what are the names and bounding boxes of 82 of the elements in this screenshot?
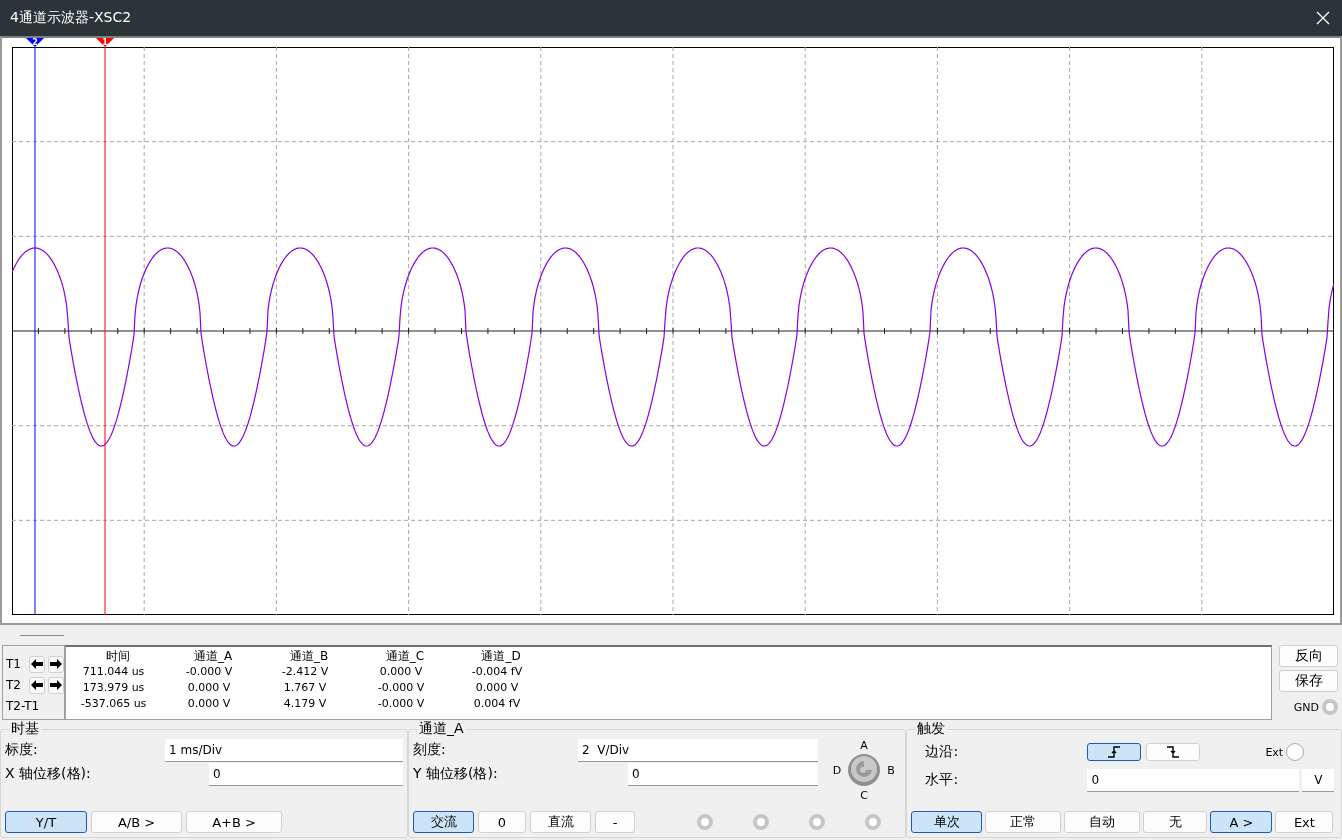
column-header: 通道_D — [480, 648, 522, 664]
table-cell-text: 1.767 V — [282, 680, 328, 696]
trigger-mode-button[interactable]: 单次 — [911, 811, 983, 833]
input-field[interactable]: 0 — [209, 762, 403, 786]
table-cell-text: 173.979 us — [81, 680, 146, 696]
field-label: 水平: — [924, 771, 960, 789]
field-label: 刻度: — [413, 741, 447, 759]
field-label: Y 轴位移(格): — [413, 765, 499, 783]
channel-selector-knob[interactable] — [847, 753, 881, 787]
cursor-right-button[interactable] — [48, 676, 64, 694]
channel-label: C — [860, 788, 868, 802]
cursor-label: T1 — [6, 657, 22, 671]
trigger-mode-button[interactable]: Ext — [1275, 811, 1334, 833]
table-cell-text: -0.000 V — [376, 696, 426, 712]
table-cell-text: -537.065 us — [79, 696, 148, 712]
rising-edge-icon — [1107, 745, 1122, 759]
channel-label: A — [860, 738, 868, 752]
trigger-mode-button[interactable]: 自动 — [1064, 811, 1141, 833]
column-header: 通道_C — [384, 648, 426, 664]
table-cell-text: -0.004 fV — [470, 664, 524, 680]
input-field[interactable]: 0 — [628, 762, 818, 786]
trigger-mode-button[interactable]: 正常 — [985, 811, 1062, 833]
cursor-label: T2-T1 — [6, 699, 40, 713]
column-header: 时间 — [104, 648, 131, 664]
ext-label: Ext — [1265, 745, 1284, 759]
cursor-marker[interactable]: 2 — [26, 38, 44, 47]
table-cell-text: -0.000 V — [376, 680, 426, 696]
channel-label: B — [887, 763, 895, 777]
channel-terminal[interactable] — [697, 814, 713, 830]
unit-field[interactable]: V — [1302, 768, 1335, 792]
table-cell-text: 4.179 V — [282, 696, 328, 712]
arrow-right-icon — [50, 659, 62, 669]
table-cell-text: 0.000 V — [186, 680, 232, 696]
table-cell-text: -0.000 V — [184, 664, 234, 680]
input-field[interactable]: 0 — [1087, 768, 1300, 792]
coupling-button[interactable]: 交流 — [413, 811, 474, 833]
falling-edge-icon — [1166, 745, 1181, 759]
gnd-label: GND — [1293, 700, 1319, 714]
table-cell-text: 711.044 us — [81, 664, 146, 680]
group-title: 通道_A — [418, 720, 465, 738]
side-button[interactable]: 保存 — [1279, 670, 1338, 692]
close-button[interactable] — [1316, 10, 1332, 26]
coupling-button[interactable]: 0 — [478, 811, 526, 833]
mode-button[interactable]: Y/T — [5, 811, 87, 833]
table-cell-text: 0.000 V — [474, 680, 520, 696]
table-cell-text: 0.004 fV — [472, 696, 522, 712]
arrow-left-icon — [31, 659, 43, 669]
field-label: X 轴位移(格): — [5, 765, 92, 783]
input-field[interactable]: 1 ms/Div — [165, 738, 403, 762]
column-header: 通道_A — [192, 648, 234, 664]
table-cell-text: 0.000 V — [378, 664, 424, 680]
channel-terminal[interactable] — [809, 814, 825, 830]
field-label: 边沿: — [924, 743, 960, 761]
group-title: 触发 — [916, 720, 947, 738]
cursor-left-button[interactable] — [29, 655, 45, 673]
gnd-terminal[interactable] — [1322, 699, 1338, 715]
table-cell-text: 0.000 V — [186, 696, 232, 712]
trigger-mode-button[interactable]: A > — [1210, 811, 1273, 833]
channel-terminal[interactable] — [753, 814, 769, 830]
cursor-marker[interactable]: 1 — [96, 38, 114, 47]
group-title: 时基 — [10, 720, 40, 738]
ext-radio[interactable] — [1286, 743, 1305, 761]
input-field[interactable]: 2 V/Div — [578, 738, 818, 762]
channel-terminal[interactable] — [865, 814, 881, 830]
arrow-right-icon — [50, 680, 62, 690]
channel-label: D — [832, 763, 842, 777]
cursor-left-button[interactable] — [29, 676, 45, 694]
cursor-label: T2 — [6, 678, 22, 692]
close-icon — [1316, 11, 1330, 25]
trigger-mode-button[interactable]: 无 — [1143, 811, 1208, 833]
field-label: 标度: — [5, 741, 39, 759]
arrow-left-icon — [31, 680, 43, 690]
table-cell-text: -2.412 V — [280, 664, 330, 680]
mode-button[interactable]: A/B > — [91, 811, 182, 833]
mode-button[interactable]: A+B > — [186, 811, 282, 833]
coupling-button[interactable]: - — [595, 811, 635, 833]
edge-button[interactable] — [1087, 743, 1142, 761]
side-button[interactable]: 反向 — [1279, 645, 1338, 667]
coupling-button[interactable]: 直流 — [530, 811, 591, 833]
window-title: 4通道示波器-XSC2 — [10, 9, 132, 27]
column-header: 通道_B — [288, 648, 330, 664]
cursor-right-button[interactable] — [48, 655, 64, 673]
